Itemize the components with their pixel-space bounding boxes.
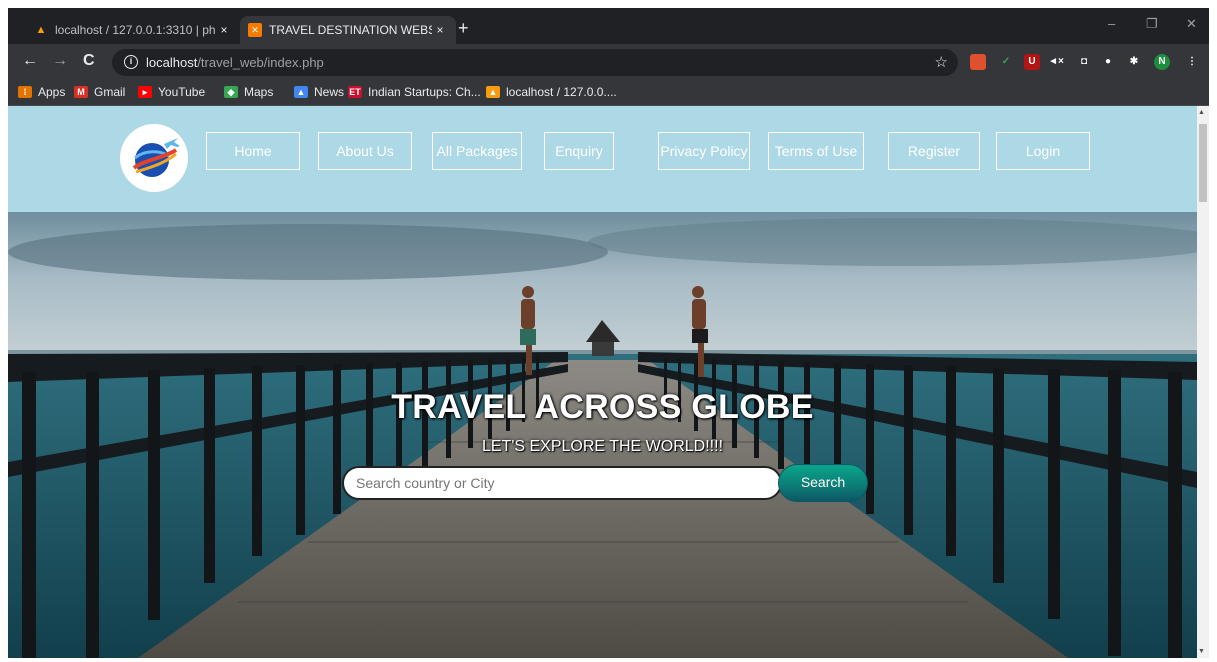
scroll-down-arrow-icon[interactable]: ▼ xyxy=(1198,648,1205,655)
gmail-icon: M xyxy=(74,86,88,98)
incognito-ext-icon[interactable]: ● xyxy=(1100,54,1116,70)
scroll-up-arrow-icon[interactable]: ▲ xyxy=(1198,109,1205,116)
hero-title: TRAVEL ACROSS GLOBE xyxy=(391,388,814,426)
bookmark-item[interactable]: ⁞ Apps xyxy=(18,85,65,99)
nav-register[interactable]: Register xyxy=(888,132,980,170)
new-tab-button[interactable]: + xyxy=(458,19,469,37)
bookmark-label: News xyxy=(314,85,345,99)
search-input[interactable] xyxy=(342,466,782,500)
reload-button[interactable]: C xyxy=(83,52,95,70)
url-host: localhost xyxy=(146,55,198,70)
phpmyadmin-icon: ▲ xyxy=(486,86,500,98)
page-scrollbar[interactable]: ▲ ▼ xyxy=(1197,106,1209,658)
close-icon[interactable]: × xyxy=(216,23,232,37)
hero-section: TRAVEL ACROSS GLOBE LET'S EXPLORE THE WO… xyxy=(8,212,1197,658)
site-logo[interactable] xyxy=(120,124,188,192)
bookmark-label: Maps xyxy=(244,85,274,99)
bookmarks-bar: ⁞ Apps M Gmail ▸ YouTube ◆ Maps ▲ News ET Indian St… xyxy=(8,80,1209,106)
phpmyadmin-icon: ▲ xyxy=(35,24,47,36)
search-button[interactable]: Search xyxy=(778,464,868,502)
maps-icon: ◆ xyxy=(224,86,238,98)
profile-avatar[interactable]: N xyxy=(1154,54,1170,70)
shield-ext-icon[interactable]: ◘ xyxy=(1076,54,1092,70)
mute-ext-icon[interactable]: ◄× xyxy=(1048,54,1064,70)
globe-plane-icon xyxy=(132,138,180,177)
nav-about-us[interactable]: About Us xyxy=(318,132,412,170)
browser-toolbar: ← → C i localhost/travel_web/index.php ☆… xyxy=(8,44,1209,80)
browser-window: ▲ localhost / 127.0.0.1:3310 | phpM × ✕ … xyxy=(8,8,1209,658)
tab-title: localhost / 127.0.0.1:3310 | phpM xyxy=(55,23,216,37)
puzzle-ext-icon[interactable]: ✱ xyxy=(1126,54,1142,70)
restore-button[interactable]: ❐ xyxy=(1146,16,1158,32)
bookmark-item[interactable]: M Gmail xyxy=(74,85,125,99)
url-text: localhost/travel_web/index.php xyxy=(146,55,324,70)
youtube-icon: ▸ xyxy=(138,86,152,98)
back-button[interactable]: ← xyxy=(22,52,38,70)
xampp-icon: ✕ xyxy=(248,23,262,37)
close-icon[interactable]: × xyxy=(432,23,448,37)
bookmark-label: Indian Startups: Ch... xyxy=(368,85,481,99)
bookmark-label: localhost / 127.0.0.... xyxy=(506,85,617,99)
window-close-button[interactable]: ✕ xyxy=(1186,16,1197,32)
pier-background-image xyxy=(8,212,1197,658)
bookmark-label: Gmail xyxy=(94,85,126,99)
page-viewport: Home About Us All Packages Enquiry Privacy P… xyxy=(8,106,1209,658)
nav-home[interactable]: Home xyxy=(206,132,300,170)
bookmark-item[interactable]: ◆ Maps xyxy=(224,85,273,99)
site-header: Home About Us All Packages Enquiry Privacy P… xyxy=(8,106,1197,212)
ublock-ext-icon[interactable]: U xyxy=(1024,54,1040,70)
minimize-button[interactable]: – xyxy=(1108,16,1115,31)
tab-title: TRAVEL DESTINATION WEBSITE xyxy=(269,23,432,37)
bookmark-item[interactable]: ET Indian Startups: Ch... xyxy=(348,85,481,99)
nav-all-packages[interactable]: All Packages xyxy=(432,132,522,170)
nav-login[interactable]: Login xyxy=(996,132,1090,170)
check-ext-icon[interactable]: ✓ xyxy=(998,54,1014,70)
bookmark-item[interactable]: ▸ YouTube xyxy=(138,85,205,99)
tab-travel-destination[interactable]: ✕ TRAVEL DESTINATION WEBSITE × xyxy=(240,16,456,44)
nav-terms-of-use[interactable]: Terms of Use xyxy=(768,132,864,170)
tab-phpmyadmin[interactable]: ▲ localhost / 127.0.0.1:3310 | phpM × xyxy=(26,16,240,44)
info-icon[interactable]: i xyxy=(124,55,138,69)
apps-icon: ⁞ xyxy=(18,86,32,98)
news-icon: ▲ xyxy=(294,86,308,98)
url-path: /travel_web/index.php xyxy=(197,55,324,70)
nav-enquiry[interactable]: Enquiry xyxy=(544,132,614,170)
et-icon: ET xyxy=(348,86,362,98)
bookmark-item[interactable]: ▲ News xyxy=(294,85,344,99)
hero-subtitle: LET'S EXPLORE THE WORLD!!!! xyxy=(481,438,724,455)
bookmark-label: Apps xyxy=(38,85,66,99)
bookmark-star-icon[interactable]: ☆ xyxy=(935,53,948,71)
bookmark-label: YouTube xyxy=(158,85,206,99)
bookmark-item[interactable]: ▲ localhost / 127.0.0.... xyxy=(486,85,617,99)
address-bar[interactable]: i localhost/travel_web/index.php ☆ xyxy=(112,49,958,76)
menu-icon[interactable]: ⋮ xyxy=(1184,54,1200,70)
nav-privacy-policy[interactable]: Privacy Policy xyxy=(658,132,750,170)
bookmark-ext-icon[interactable] xyxy=(970,54,986,70)
forward-button[interactable]: → xyxy=(52,52,68,70)
scroll-thumb[interactable] xyxy=(1199,124,1207,202)
tab-strip: ▲ localhost / 127.0.0.1:3310 | phpM × ✕ … xyxy=(8,8,1209,44)
